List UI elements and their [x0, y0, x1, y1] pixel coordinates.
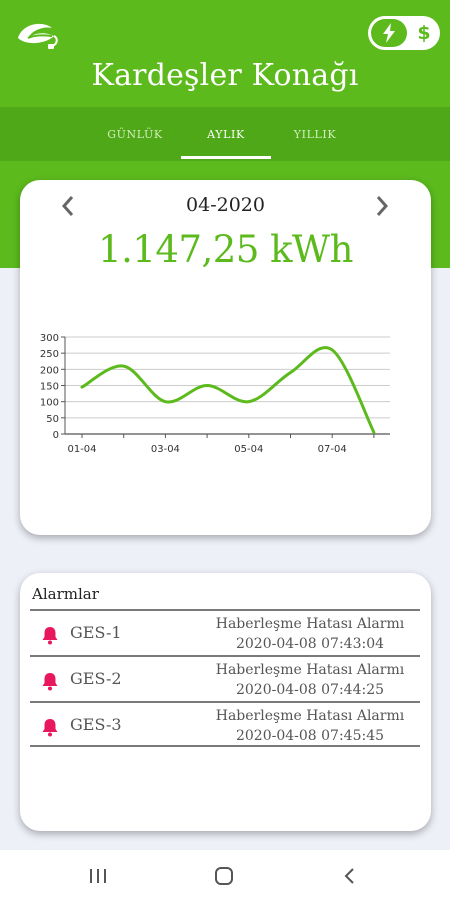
leaf-plug-icon[interactable]	[14, 18, 62, 52]
alarm-message: Haberleşme Hatası Alarmı 2020-04-08 07:4…	[200, 614, 420, 654]
alarms-card: Alarmlar GES-1 Haberleşme Hatası Alarmı …	[20, 573, 431, 831]
y-tick-label: 150	[40, 382, 59, 393]
production-card: 04-2020 1.147,25 kWh 0 50 100 150 200 250 300 0…	[20, 180, 431, 535]
back-icon[interactable]	[330, 860, 370, 892]
x-tick-label: 03-04	[151, 444, 180, 455]
series-line	[80, 346, 376, 434]
active-tab-indicator	[181, 156, 271, 159]
system-navigation-bar	[0, 850, 450, 900]
alarm-time: 2020-04-08 07:44:25	[235, 682, 385, 698]
home-icon[interactable]	[204, 860, 244, 892]
alarm-type: Haberleşme Hatası Alarmı	[215, 616, 405, 632]
tab-daily[interactable]: GÜNLÜK	[90, 107, 180, 161]
alarm-row[interactable]: GES-3 Haberleşme Hatası Alarmı 2020-04-0…	[30, 701, 420, 747]
alarms-title: Alarmlar	[32, 585, 99, 603]
production-line-chart: 0 50 100 150 200 250 300 01-04 03-04 05-04 07-04	[40, 333, 390, 455]
recents-icon[interactable]	[78, 860, 118, 892]
period-tabs: GÜNLÜK AYLIK YILLIK	[0, 107, 450, 161]
alarm-source: GES-2	[70, 669, 122, 688]
page-title: Kardeşler Konağı	[91, 58, 359, 93]
dollar-label: $	[417, 22, 431, 44]
alarm-message: Haberleşme Hatası Alarmı 2020-04-08 07:4…	[200, 660, 420, 700]
alarm-row[interactable]: GES-2 Haberleşme Hatası Alarmı 2020-04-0…	[30, 655, 420, 701]
alarm-row[interactable]: GES-1 Haberleşme Hatası Alarmı 2020-04-0…	[30, 609, 420, 655]
y-tick-label: 200	[40, 365, 59, 376]
x-tick-label: 01-04	[67, 444, 96, 455]
bell-icon	[42, 627, 58, 645]
tab-monthly[interactable]: AYLIK	[181, 107, 271, 161]
tab-yearly[interactable]: YILLIK	[270, 107, 360, 161]
x-tick-label: 05-04	[234, 444, 263, 455]
alarm-source: GES-1	[70, 623, 122, 642]
alarm-source: GES-3	[70, 715, 122, 734]
alarm-message: Haberleşme Hatası Alarmı 2020-04-08 07:4…	[200, 706, 420, 746]
alarm-type: Haberleşme Hatası Alarmı	[215, 662, 405, 678]
lightning-icon	[371, 19, 407, 47]
alarm-type: Haberleşme Hatası Alarmı	[215, 708, 405, 724]
alarm-time: 2020-04-08 07:45:45	[235, 728, 385, 744]
y-tick-label: 300	[40, 333, 59, 344]
bell-icon	[42, 719, 58, 737]
y-tick-label: 50	[46, 414, 59, 425]
currency-toggle[interactable]: $	[368, 16, 440, 50]
alarm-time: 2020-04-08 07:43:04	[235, 636, 385, 652]
y-tick-label: 100	[40, 398, 59, 409]
x-tick-label: 07-04	[318, 444, 347, 455]
y-tick-label: 250	[40, 349, 59, 360]
bell-icon	[42, 673, 58, 691]
y-tick-label: 0	[53, 430, 59, 441]
